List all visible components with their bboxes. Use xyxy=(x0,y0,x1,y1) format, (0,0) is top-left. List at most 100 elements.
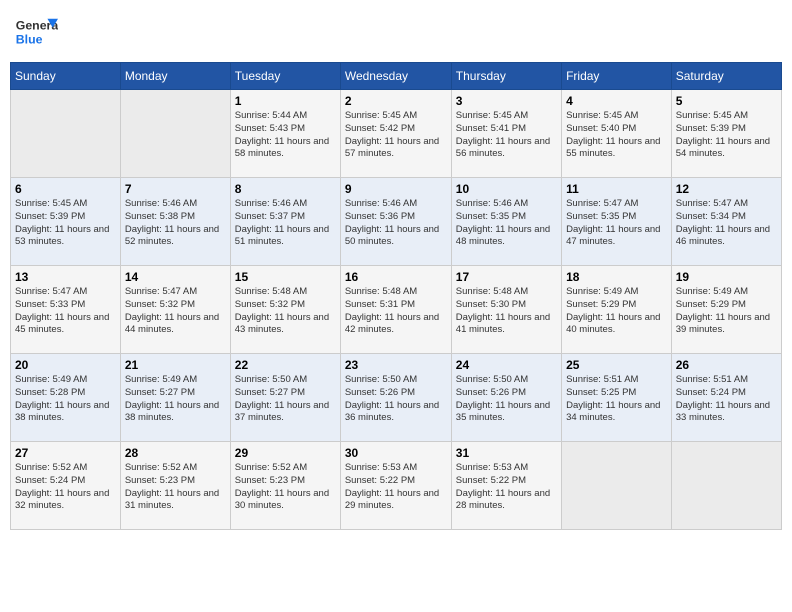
weekday-header-tuesday: Tuesday xyxy=(230,63,340,90)
day-number: 21 xyxy=(125,358,226,372)
calendar-cell: 19 Sunrise: 5:49 AMSunset: 5:29 PMDayligh… xyxy=(671,266,781,354)
weekday-header-thursday: Thursday xyxy=(451,63,561,90)
weekday-header-wednesday: Wednesday xyxy=(340,63,451,90)
calendar-cell: 26Sunrise: 5:51 AMSunset: 5:24 PMDayligh… xyxy=(671,354,781,442)
calendar-cell: 16 Sunrise: 5:48 AMSunset: 5:31 PMDayligh… xyxy=(340,266,451,354)
page-header: General Blue xyxy=(10,10,782,54)
calendar-cell: 23 Sunrise: 5:50 AMSunset: 5:26 PMDayligh… xyxy=(340,354,451,442)
cell-details: Sunrise: 5:47 AMSunset: 5:34 PMDaylight:… xyxy=(676,198,777,249)
cell-details: Sunrise: 5:47 AMSunset: 5:35 PMDaylight:… xyxy=(566,198,667,249)
cell-details: Sunrise: 5:50 AMSunset: 5:26 PMDaylight:… xyxy=(345,374,447,425)
calendar-cell: 17 Sunrise: 5:48 AMSunset: 5:30 PMDayligh… xyxy=(451,266,561,354)
day-number: 7 xyxy=(125,182,226,196)
cell-details: Sunrise: 5:53 AMSunset: 5:22 PMDaylight:… xyxy=(456,462,557,513)
day-number: 2 xyxy=(345,94,447,108)
calendar-cell: 8 Sunrise: 5:46 AMSunset: 5:37 PMDaylight… xyxy=(230,178,340,266)
cell-details: Sunrise: 5:44 AMSunset: 5:43 PMDaylight:… xyxy=(235,110,336,161)
cell-details: Sunrise: 5:52 AMSunset: 5:24 PMDaylight:… xyxy=(15,462,116,513)
cell-details: Sunrise: 5:49 AMSunset: 5:29 PMDaylight:… xyxy=(566,286,667,337)
calendar-cell xyxy=(11,90,121,178)
day-number: 22 xyxy=(235,358,336,372)
cell-details: Sunrise: 5:47 AMSunset: 5:33 PMDaylight:… xyxy=(15,286,116,337)
weekday-header-saturday: Saturday xyxy=(671,63,781,90)
day-number: 15 xyxy=(235,270,336,284)
calendar-cell: 10Sunrise: 5:46 AMSunset: 5:35 PMDayligh… xyxy=(451,178,561,266)
weekday-header-sunday: Sunday xyxy=(11,63,121,90)
day-number: 9 xyxy=(345,182,447,196)
day-number: 23 xyxy=(345,358,447,372)
cell-details: Sunrise: 5:45 AMSunset: 5:42 PMDaylight:… xyxy=(345,110,447,161)
cell-details: Sunrise: 5:52 AMSunset: 5:23 PMDaylight:… xyxy=(125,462,226,513)
calendar-cell: 4 Sunrise: 5:45 AMSunset: 5:40 PMDaylight… xyxy=(562,90,672,178)
calendar-cell: 31 Sunrise: 5:53 AMSunset: 5:22 PMDayligh… xyxy=(451,442,561,530)
day-number: 30 xyxy=(345,446,447,460)
day-number: 18 xyxy=(566,270,667,284)
calendar-cell: 13 Sunrise: 5:47 AMSunset: 5:33 PMDayligh… xyxy=(11,266,121,354)
calendar-cell: 25 Sunrise: 5:51 AMSunset: 5:25 PMDayligh… xyxy=(562,354,672,442)
calendar-cell: 28 Sunrise: 5:52 AMSunset: 5:23 PMDayligh… xyxy=(120,442,230,530)
day-number: 8 xyxy=(235,182,336,196)
calendar-cell: 21Sunrise: 5:49 AMSunset: 5:27 PMDayligh… xyxy=(120,354,230,442)
cell-details: Sunrise: 5:45 AMSunset: 5:40 PMDaylight:… xyxy=(566,110,667,161)
day-number: 26 xyxy=(676,358,777,372)
day-number: 17 xyxy=(456,270,557,284)
day-number: 20 xyxy=(15,358,116,372)
calendar-cell: 9 Sunrise: 5:46 AMSunset: 5:36 PMDaylight… xyxy=(340,178,451,266)
day-number: 1 xyxy=(235,94,336,108)
calendar-cell: 18 Sunrise: 5:49 AMSunset: 5:29 PMDayligh… xyxy=(562,266,672,354)
day-number: 13 xyxy=(15,270,116,284)
day-number: 5 xyxy=(676,94,777,108)
day-number: 3 xyxy=(456,94,557,108)
cell-details: Sunrise: 5:50 AMSunset: 5:26 PMDaylight:… xyxy=(456,374,557,425)
svg-text:Blue: Blue xyxy=(16,32,43,46)
day-number: 19 xyxy=(676,270,777,284)
calendar-cell: 11 Sunrise: 5:47 AMSunset: 5:35 PMDayligh… xyxy=(562,178,672,266)
day-number: 16 xyxy=(345,270,447,284)
calendar-cell: 12 Sunrise: 5:47 AMSunset: 5:34 PMDayligh… xyxy=(671,178,781,266)
cell-details: Sunrise: 5:45 AMSunset: 5:41 PMDaylight:… xyxy=(456,110,557,161)
calendar-cell: 6Sunrise: 5:45 AMSunset: 5:39 PMDaylight… xyxy=(11,178,121,266)
day-number: 27 xyxy=(15,446,116,460)
day-number: 31 xyxy=(456,446,557,460)
calendar-cell: 3 Sunrise: 5:45 AMSunset: 5:41 PMDaylight… xyxy=(451,90,561,178)
cell-details: Sunrise: 5:48 AMSunset: 5:30 PMDaylight:… xyxy=(456,286,557,337)
cell-details: Sunrise: 5:49 AMSunset: 5:29 PMDaylight:… xyxy=(676,286,777,337)
cell-details: Sunrise: 5:46 AMSunset: 5:38 PMDaylight:… xyxy=(125,198,226,249)
day-number: 12 xyxy=(676,182,777,196)
day-number: 11 xyxy=(566,182,667,196)
day-number: 29 xyxy=(235,446,336,460)
day-number: 14 xyxy=(125,270,226,284)
calendar-cell: 15 Sunrise: 5:48 AMSunset: 5:32 PMDayligh… xyxy=(230,266,340,354)
day-number: 6 xyxy=(15,182,116,196)
day-number: 24 xyxy=(456,358,557,372)
cell-details: Sunrise: 5:51 AMSunset: 5:25 PMDaylight:… xyxy=(566,374,667,425)
calendar-cell: 7 Sunrise: 5:46 AMSunset: 5:38 PMDaylight… xyxy=(120,178,230,266)
cell-details: Sunrise: 5:49 AMSunset: 5:28 PMDaylight:… xyxy=(15,374,116,425)
cell-details: Sunrise: 5:48 AMSunset: 5:31 PMDaylight:… xyxy=(345,286,447,337)
calendar-cell: 27 Sunrise: 5:52 AMSunset: 5:24 PMDayligh… xyxy=(11,442,121,530)
weekday-header-monday: Monday xyxy=(120,63,230,90)
cell-details: Sunrise: 5:46 AMSunset: 5:36 PMDaylight:… xyxy=(345,198,447,249)
calendar-cell: 5Sunrise: 5:45 AMSunset: 5:39 PMDaylight… xyxy=(671,90,781,178)
day-number: 25 xyxy=(566,358,667,372)
calendar-cell: 30 Sunrise: 5:53 AMSunset: 5:22 PMDayligh… xyxy=(340,442,451,530)
cell-details: Sunrise: 5:52 AMSunset: 5:23 PMDaylight:… xyxy=(235,462,336,513)
calendar-table: SundayMondayTuesdayWednesdayThursdayFrid… xyxy=(10,62,782,530)
cell-details: Sunrise: 5:50 AMSunset: 5:27 PMDaylight:… xyxy=(235,374,336,425)
cell-details: Sunrise: 5:48 AMSunset: 5:32 PMDaylight:… xyxy=(235,286,336,337)
calendar-cell: 22 Sunrise: 5:50 AMSunset: 5:27 PMDayligh… xyxy=(230,354,340,442)
calendar-cell: 29 Sunrise: 5:52 AMSunset: 5:23 PMDayligh… xyxy=(230,442,340,530)
calendar-cell: 1 Sunrise: 5:44 AMSunset: 5:43 PMDaylight… xyxy=(230,90,340,178)
day-number: 28 xyxy=(125,446,226,460)
calendar-cell xyxy=(562,442,672,530)
calendar-cell: 14 Sunrise: 5:47 AMSunset: 5:32 PMDayligh… xyxy=(120,266,230,354)
cell-details: Sunrise: 5:47 AMSunset: 5:32 PMDaylight:… xyxy=(125,286,226,337)
calendar-cell: 20 Sunrise: 5:49 AMSunset: 5:28 PMDayligh… xyxy=(11,354,121,442)
weekday-header-friday: Friday xyxy=(562,63,672,90)
calendar-cell: 24 Sunrise: 5:50 AMSunset: 5:26 PMDayligh… xyxy=(451,354,561,442)
cell-details: Sunrise: 5:46 AMSunset: 5:37 PMDaylight:… xyxy=(235,198,336,249)
calendar-cell xyxy=(120,90,230,178)
day-number: 4 xyxy=(566,94,667,108)
cell-details: Sunrise: 5:53 AMSunset: 5:22 PMDaylight:… xyxy=(345,462,447,513)
calendar-cell: 2 Sunrise: 5:45 AMSunset: 5:42 PMDaylight… xyxy=(340,90,451,178)
